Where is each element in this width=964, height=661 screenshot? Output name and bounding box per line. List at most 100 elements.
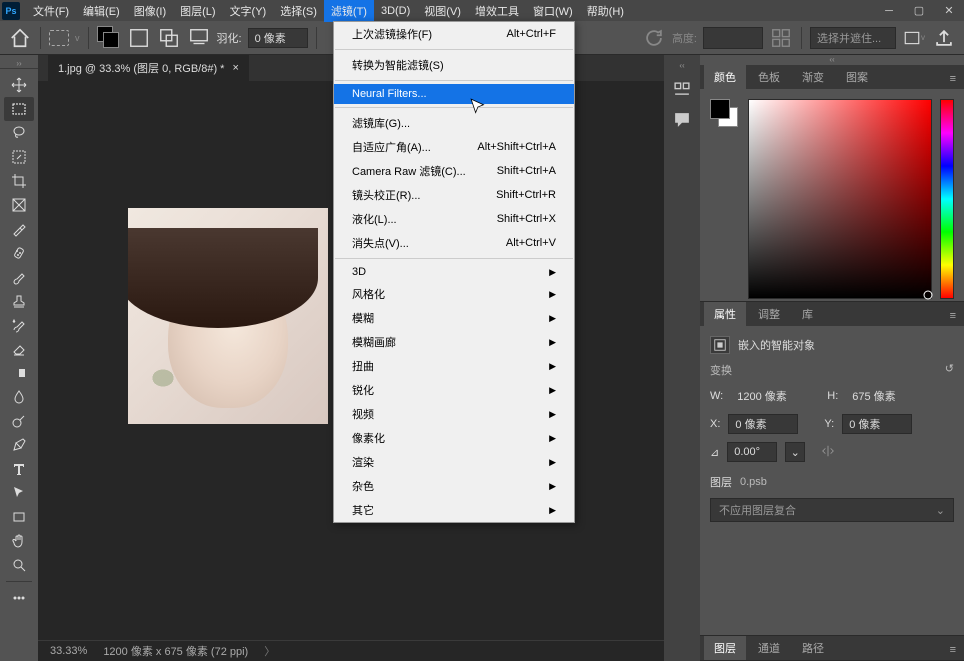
tab-channels[interactable]: 通道 (748, 636, 790, 660)
fg-bg-swatches[interactable] (710, 99, 740, 129)
grid-icon[interactable] (769, 26, 793, 50)
hand-tool[interactable] (4, 529, 34, 553)
fill-swatch[interactable] (97, 26, 121, 50)
lasso-tool[interactable] (4, 121, 34, 145)
menu-edit[interactable]: 编辑(E) (76, 0, 127, 22)
x-input[interactable] (728, 414, 798, 434)
zoom-tool[interactable] (4, 553, 34, 577)
menu-3d[interactable]: 3D(D) (374, 2, 417, 20)
selection-add-icon[interactable] (157, 26, 181, 50)
menu-filter[interactable]: 滤镜(T) (324, 0, 374, 22)
zoom-value[interactable]: 33.33% (50, 645, 87, 657)
angle-dropdown[interactable]: ⌄ (785, 442, 805, 462)
menu-plugins[interactable]: 增效工具 (468, 0, 526, 22)
brush-tool[interactable] (4, 265, 34, 289)
angle-input[interactable] (727, 442, 777, 462)
selection-subtract-icon[interactable] (187, 26, 211, 50)
height-field[interactable] (703, 27, 763, 49)
menu-help[interactable]: 帮助(H) (580, 0, 631, 22)
close-tab-icon[interactable]: × (232, 62, 238, 74)
crop-tool[interactable] (4, 169, 34, 193)
refresh-icon[interactable] (642, 26, 666, 50)
panel-menu-icon[interactable]: ≡ (942, 640, 964, 660)
share-icon[interactable] (932, 26, 956, 50)
menu-view[interactable]: 视图(V) (417, 0, 468, 22)
hue-slider[interactable] (940, 99, 954, 299)
menu-item[interactable]: 风格化▶ (334, 282, 574, 306)
tab-libraries[interactable]: 库 (792, 302, 823, 326)
tab-paths[interactable]: 路径 (792, 636, 834, 660)
blur-tool[interactable] (4, 385, 34, 409)
tab-adjust[interactable]: 调整 (748, 302, 790, 326)
tab-gradients[interactable]: 渐变 (792, 65, 834, 89)
document-tab[interactable]: 1.jpg @ 33.3% (图层 0, RGB/8#) *× (48, 55, 249, 81)
tab-color[interactable]: 颜色 (704, 65, 746, 89)
menu-item[interactable]: 转换为智能滤镜(S) (334, 53, 574, 77)
menu-item[interactable]: 模糊▶ (334, 306, 574, 330)
stamp-tool[interactable] (4, 289, 34, 313)
path-select-tool[interactable] (4, 481, 34, 505)
tab-layers[interactable]: 图层 (704, 636, 746, 660)
panel-menu-icon[interactable]: ≡ (942, 306, 964, 326)
history-brush-tool[interactable] (4, 313, 34, 337)
flip-h-icon[interactable] (821, 444, 835, 461)
menu-item[interactable]: 锐化▶ (334, 378, 574, 402)
type-tool[interactable] (4, 457, 34, 481)
extras-tool[interactable] (4, 586, 34, 610)
menu-item[interactable]: 滤镜库(G)... (334, 111, 574, 135)
home-icon[interactable] (8, 26, 32, 50)
menu-item[interactable]: 渲染▶ (334, 450, 574, 474)
shape-tool[interactable] (4, 505, 34, 529)
menu-item[interactable]: 镜头校正(R)...Shift+Ctrl+R (334, 183, 574, 207)
tab-swatches[interactable]: 色板 (748, 65, 790, 89)
select-and-mask-button[interactable]: 选择并遮住... (810, 27, 896, 49)
history-panel-icon[interactable] (671, 79, 693, 101)
eraser-tool[interactable] (4, 337, 34, 361)
move-tool[interactable] (4, 73, 34, 97)
eyedropper-tool[interactable] (4, 217, 34, 241)
menu-item[interactable]: 模糊画廊▶ (334, 330, 574, 354)
panel-collapse[interactable]: ‹‹ (700, 55, 964, 65)
menu-item[interactable]: 扭曲▶ (334, 354, 574, 378)
quick-select-tool[interactable] (4, 145, 34, 169)
menu-image[interactable]: 图像(I) (127, 0, 173, 22)
menu-item[interactable]: 上次滤镜操作(F)Alt+Ctrl+F (334, 22, 574, 46)
heal-tool[interactable] (4, 241, 34, 265)
strip-collapse[interactable]: ‹‹ (664, 61, 700, 71)
gradient-tool[interactable] (4, 361, 34, 385)
menu-item[interactable]: 杂色▶ (334, 474, 574, 498)
pen-tool[interactable] (4, 433, 34, 457)
menu-item[interactable]: 消失点(V)...Alt+Ctrl+V (334, 231, 574, 255)
menu-layer[interactable]: 图层(L) (173, 0, 222, 22)
toolbar-collapse[interactable]: ›› (0, 59, 38, 69)
menu-item[interactable]: 3D▶ (334, 262, 574, 282)
menu-window[interactable]: 窗口(W) (526, 0, 580, 22)
minimize-button[interactable]: ─ (874, 0, 904, 21)
selection-new-icon[interactable] (127, 26, 151, 50)
menu-item[interactable]: Neural Filters... (334, 84, 574, 104)
feather-input[interactable] (248, 28, 308, 48)
menu-file[interactable]: 文件(F) (26, 0, 76, 22)
layer-comp-select[interactable]: 不应用图层复合⌄ (710, 498, 954, 522)
comments-panel-icon[interactable] (671, 109, 693, 131)
menu-type[interactable]: 文字(Y) (223, 0, 274, 22)
reset-icon[interactable]: ↺ (945, 362, 954, 378)
panel-menu-icon[interactable]: ≡ (942, 69, 964, 89)
menu-item[interactable]: 液化(L)...Shift+Ctrl+X (334, 207, 574, 231)
menu-select[interactable]: 选择(S) (273, 0, 324, 22)
dodge-tool[interactable] (4, 409, 34, 433)
tool-preset-icon[interactable] (49, 30, 69, 46)
color-field[interactable] (748, 99, 932, 299)
menu-item[interactable]: 视频▶ (334, 402, 574, 426)
close-button[interactable]: ✕ (934, 0, 964, 21)
menu-item[interactable]: 像素化▶ (334, 426, 574, 450)
doc-dimensions[interactable]: 1200 像素 x 675 像素 (72 ppi) (103, 643, 248, 659)
menu-item[interactable]: Camera Raw 滤镜(C)...Shift+Ctrl+A (334, 159, 574, 183)
menu-item[interactable]: 自适应广角(A)...Alt+Shift+Ctrl+A (334, 135, 574, 159)
frame-tool[interactable] (4, 193, 34, 217)
y-input[interactable] (842, 414, 912, 434)
marquee-tool[interactable] (4, 97, 34, 121)
menu-item[interactable]: 其它▶ (334, 498, 574, 522)
width-value[interactable]: 1200 像素 (731, 386, 801, 406)
tab-patterns[interactable]: 图案 (836, 65, 878, 89)
